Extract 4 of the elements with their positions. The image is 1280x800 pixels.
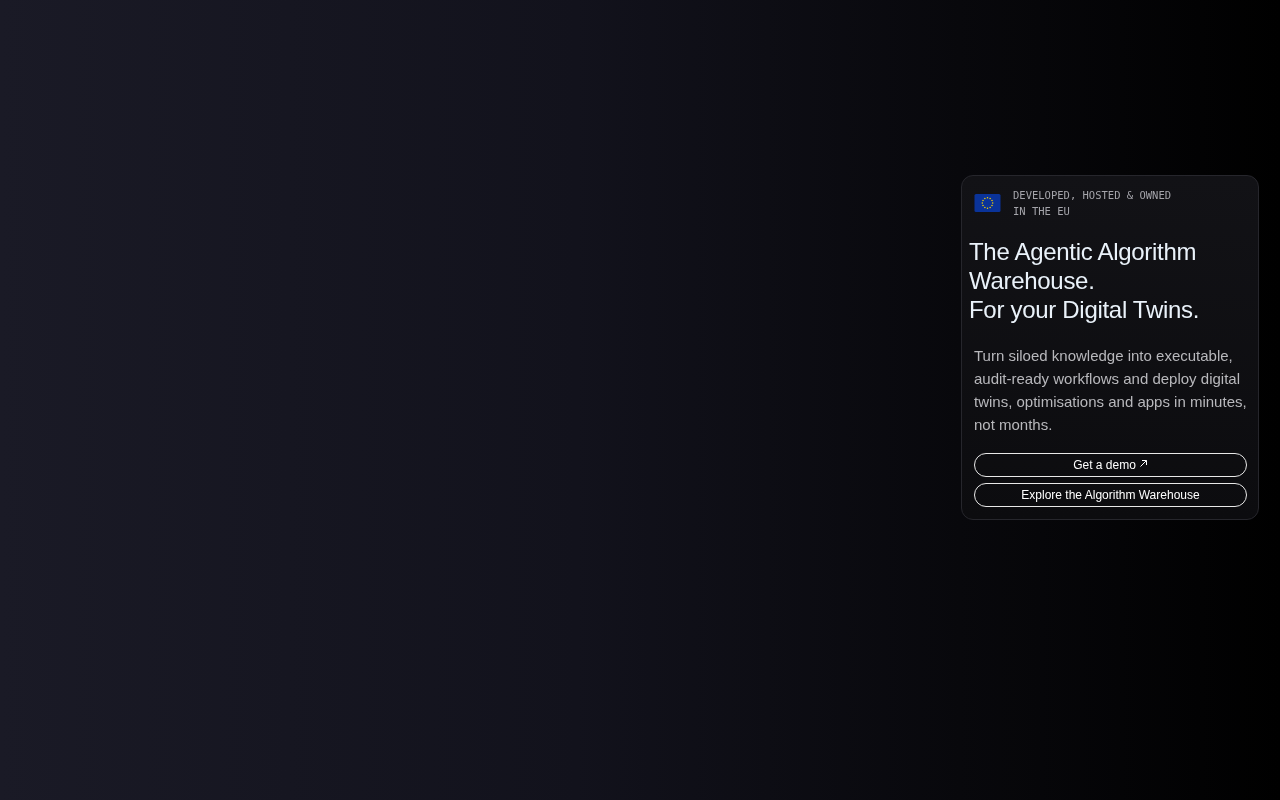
flag-icon [974, 194, 1001, 212]
badge-text: DEVELOPED, HOSTED & OWNED IN THE EU [1013, 188, 1172, 219]
description: Turn siloed knowledge into executable, audit-ready workflows and deploy digital twins, optimisations and apps in minutes, not months. [974, 346, 1247, 435]
headline: The Agentic Algorithm Warehouse. For your Digital Twins. [969, 237, 1201, 324]
